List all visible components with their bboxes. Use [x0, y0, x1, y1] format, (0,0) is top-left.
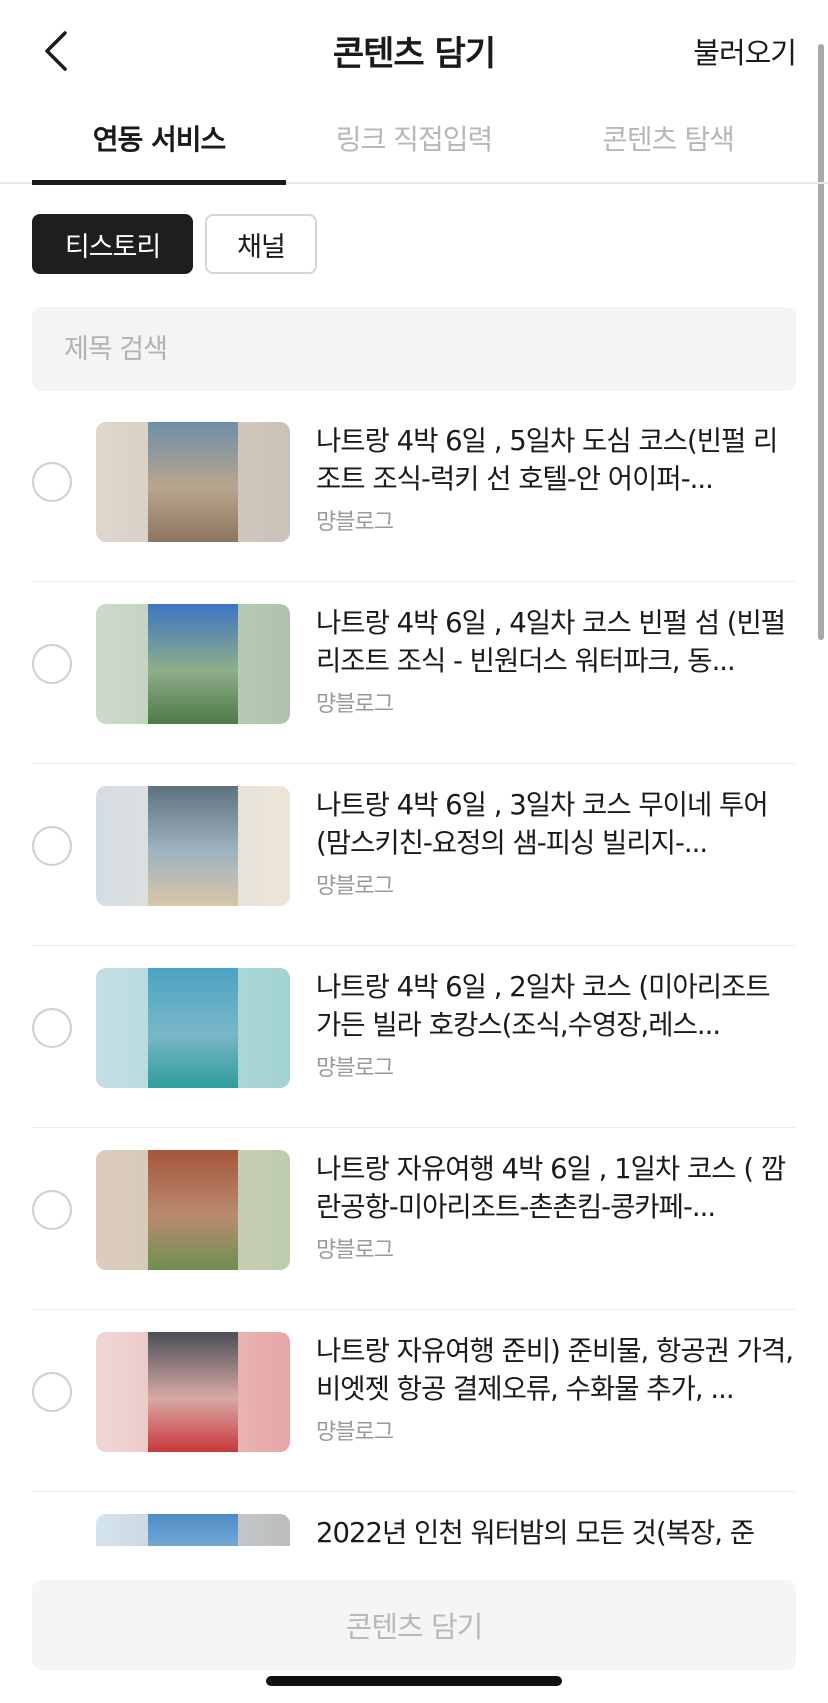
add-content-button[interactable]: 콘텐츠 담기	[32, 1580, 796, 1670]
source-chips: 티스토리 채널	[32, 214, 317, 274]
tab-direct-link[interactable]: 링크 직접입력	[287, 118, 541, 158]
item-title: 나트랑 4박 6일 , 2일차 코스 (미아리조트 가든 빌라 호캉스(조식,수…	[316, 971, 771, 1041]
item-author: 먕블로그	[316, 1420, 394, 1445]
item-author: 먕블로그	[316, 692, 394, 717]
list-item[interactable]: 나트랑 4박 6일 , 3일차 코스 무이네 투어(맘스키친-요정의 샘-피싱 …	[32, 764, 796, 946]
item-author: 먕블로그	[316, 510, 394, 535]
select-radio[interactable]	[32, 462, 72, 502]
item-title: 2022년 인천 워터밤의 모든 것(복장, 준	[316, 1517, 755, 1546]
select-radio[interactable]	[32, 1190, 72, 1230]
item-title: 나트랑 4박 6일 , 3일차 코스 무이네 투어(맘스키친-요정의 샘-피싱 …	[316, 789, 769, 859]
thumbnail-image	[96, 786, 290, 906]
thumbnail-image	[96, 604, 290, 724]
select-radio[interactable]	[32, 1372, 72, 1412]
item-title: 나트랑 4박 6일 , 5일차 도심 코스(빈펄 리조트 조식-럭키 선 호텔-…	[316, 425, 778, 495]
item-author: 먕블로그	[316, 1056, 394, 1081]
tab-explore-content[interactable]: 콘텐츠 탐색	[541, 118, 795, 158]
list-item[interactable]: 나트랑 자유여행 준비) 준비물, 항공권 가격,비엣젯 항공 결제오류, 수화…	[32, 1310, 796, 1492]
chip-channel[interactable]: 채널	[205, 214, 317, 274]
item-title: 나트랑 4박 6일 , 4일차 코스 빈펄 섬 (빈펄리조트 조식 - 빈원더스…	[316, 607, 786, 677]
list-item[interactable]: 2022년 인천 워터밤의 모든 것(복장, 준	[32, 1492, 796, 1546]
thumbnail-image	[96, 422, 290, 542]
item-author: 먕블로그	[316, 1238, 394, 1263]
item-title: 나트랑 자유여행 4박 6일 , 1일차 코스 ( 깜란공항-미아리조트-촌촌킴…	[316, 1153, 786, 1223]
home-indicator	[266, 1676, 562, 1686]
header: 콘텐츠 담기 불러오기	[0, 0, 828, 100]
list-item[interactable]: 나트랑 자유여행 4박 6일 , 1일차 코스 ( 깜란공항-미아리조트-촌촌킴…	[32, 1128, 796, 1310]
search-input[interactable]	[32, 307, 796, 391]
tab-bar: 연동 서비스 링크 직접입력 콘텐츠 탐색	[0, 100, 828, 185]
thumbnail-image	[96, 1514, 290, 1546]
content-list: 나트랑 4박 6일 , 5일차 도심 코스(빈펄 리조트 조식-럭키 선 호텔-…	[0, 400, 828, 1546]
item-title: 나트랑 자유여행 준비) 준비물, 항공권 가격,비엣젯 항공 결제오류, 수화…	[316, 1335, 794, 1405]
list-item[interactable]: 나트랑 4박 6일 , 5일차 도심 코스(빈펄 리조트 조식-럭키 선 호텔-…	[32, 400, 796, 582]
load-button[interactable]: 불러오기	[693, 30, 797, 72]
select-radio[interactable]	[32, 826, 72, 866]
search-box	[32, 307, 796, 391]
list-item[interactable]: 나트랑 4박 6일 , 4일차 코스 빈펄 섬 (빈펄리조트 조식 - 빈원더스…	[32, 582, 796, 764]
chip-tistory[interactable]: 티스토리	[32, 214, 193, 274]
select-radio[interactable]	[32, 644, 72, 684]
list-item[interactable]: 나트랑 4박 6일 , 2일차 코스 (미아리조트 가든 빌라 호캉스(조식,수…	[32, 946, 796, 1128]
thumbnail-image	[96, 1332, 290, 1452]
thumbnail-image	[96, 968, 290, 1088]
item-author: 먕블로그	[316, 874, 394, 899]
tab-linked-service[interactable]: 연동 서비스	[32, 118, 286, 158]
tab-indicator	[32, 180, 286, 185]
thumbnail-image	[96, 1150, 290, 1270]
select-radio[interactable]	[32, 1008, 72, 1048]
